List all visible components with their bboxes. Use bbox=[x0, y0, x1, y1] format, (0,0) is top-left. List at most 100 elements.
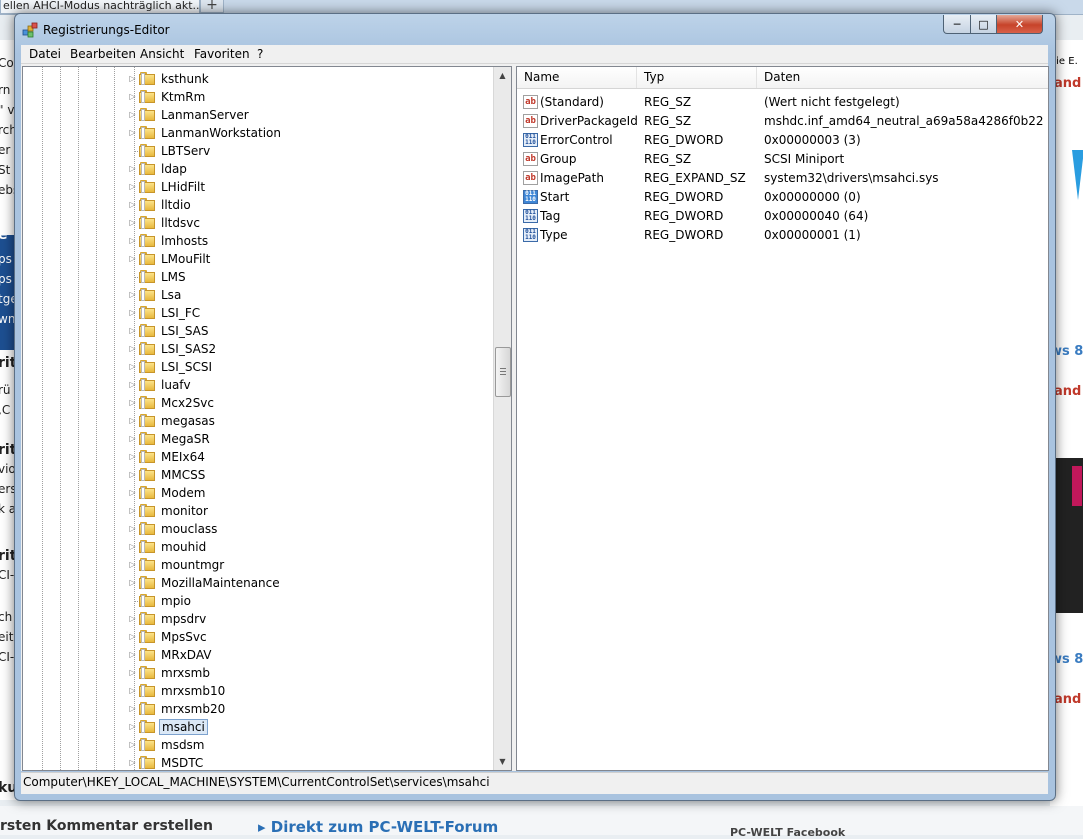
expand-arrow-icon[interactable]: ▷ bbox=[128, 380, 137, 389]
tree-item-mrxsmb10[interactable]: ▷ mrxsmb10 bbox=[23, 682, 493, 700]
menu-bearbeiten[interactable]: Bearbeiten bbox=[70, 47, 136, 61]
tree-item-ktmrm[interactable]: ▷ KtmRm bbox=[23, 88, 493, 106]
tree-item-lsi_sas2[interactable]: ▷ LSI_SAS2 bbox=[23, 340, 493, 358]
expand-arrow-icon[interactable]: ▷ bbox=[128, 452, 137, 461]
value-row-group[interactable]: ab Group REG_SZ SCSI Miniport bbox=[517, 150, 1048, 169]
key-tree-pane[interactable]: ▷ ksthunk ▷ KtmRm ▷ LanmanServer ▷ LanmanWorkst… bbox=[22, 66, 512, 771]
tree-item-ldap[interactable]: ▷ ldap bbox=[23, 160, 493, 178]
expand-arrow-icon[interactable]: ▷ bbox=[128, 362, 137, 371]
menu-datei[interactable]: Datei bbox=[29, 47, 61, 61]
expand-arrow-icon[interactable]: ▷ bbox=[128, 254, 137, 263]
tree-item-megasas[interactable]: ▷ megasas bbox=[23, 412, 493, 430]
expand-arrow-icon[interactable]: ▷ bbox=[128, 614, 137, 623]
expand-arrow-icon[interactable]: ▷ bbox=[128, 434, 137, 443]
expand-arrow-icon[interactable]: ▷ bbox=[128, 164, 137, 173]
tree-item-mrxsmb[interactable]: ▷ mrxsmb bbox=[23, 664, 493, 682]
expand-arrow-icon[interactable]: ▷ bbox=[128, 686, 137, 695]
expand-arrow-icon[interactable]: ▷ bbox=[128, 650, 137, 659]
tree-item-msdsm[interactable]: ▷ msdsm bbox=[23, 736, 493, 754]
value-row-tag[interactable]: 011 110 Tag REG_DWORD 0x00000040 (64) bbox=[517, 207, 1048, 226]
expand-arrow-icon[interactable]: ▷ bbox=[128, 470, 137, 479]
tree-item-mcx2svc[interactable]: ▷ Mcx2Svc bbox=[23, 394, 493, 412]
value-row-imagepath[interactable]: ab ImagePath REG_EXPAND_SZ system32\drivers… bbox=[517, 169, 1048, 188]
expand-arrow-icon[interactable]: ▷ bbox=[128, 758, 137, 767]
background-link[interactable]: and bbox=[1054, 76, 1081, 91]
tree-item-meix64[interactable]: ▷ MEIx64 bbox=[23, 448, 493, 466]
column-name-header[interactable]: Name bbox=[517, 67, 637, 88]
tree-item-ksthunk[interactable]: ▷ ksthunk bbox=[23, 70, 493, 88]
tree-item-lmoufilt[interactable]: ▷ LMouFilt bbox=[23, 250, 493, 268]
tree-item-lsi_fc[interactable]: ▷ LSI_FC bbox=[23, 304, 493, 322]
values-list-pane[interactable]: Name Typ Daten ab (Standard) REG_SZ (Wert n… bbox=[516, 66, 1049, 771]
tree-item-lms[interactable]: LMS bbox=[23, 268, 493, 286]
tree-item-mrxsmb20[interactable]: ▷ mrxsmb20 bbox=[23, 700, 493, 718]
expand-arrow-icon[interactable]: ▷ bbox=[128, 668, 137, 677]
expand-arrow-icon[interactable]: ▷ bbox=[128, 722, 137, 731]
expand-arrow-icon[interactable]: ▷ bbox=[128, 308, 137, 317]
expand-arrow-icon[interactable]: ▷ bbox=[128, 704, 137, 713]
expand-arrow-icon[interactable]: ▷ bbox=[128, 128, 137, 137]
expand-arrow-icon[interactable]: ▷ bbox=[128, 524, 137, 533]
browser-tab[interactable]: ellen AHCI-Modus nachträglich akt... bbox=[0, 0, 200, 14]
background-comment-link[interactable]: rsten Kommentar erstellen bbox=[0, 818, 213, 834]
expand-arrow-icon[interactable]: ▷ bbox=[128, 326, 137, 335]
tree-item-lltdio[interactable]: ▷ lltdio bbox=[23, 196, 493, 214]
tree-item-luafv[interactable]: ▷ luafv bbox=[23, 376, 493, 394]
column-data-header[interactable]: Daten bbox=[757, 67, 1047, 88]
tree-item-modem[interactable]: ▷ Modem bbox=[23, 484, 493, 502]
background-link[interactable]: and bbox=[1054, 384, 1081, 399]
expand-arrow-icon[interactable]: ▷ bbox=[128, 344, 137, 353]
tree-item-lsi_sas[interactable]: ▷ LSI_SAS bbox=[23, 322, 493, 340]
tree-item-mountmgr[interactable]: ▷ mountmgr bbox=[23, 556, 493, 574]
tree-item-lanmanserver[interactable]: ▷ LanmanServer bbox=[23, 106, 493, 124]
menu-favoriten[interactable]: Favoriten bbox=[194, 47, 250, 61]
value-row-driverpackageid[interactable]: ab DriverPackageId REG_SZ mshdc.inf_amd64_n… bbox=[517, 112, 1048, 131]
tree-item-lltdsvc[interactable]: ▷ lltdsvc bbox=[23, 214, 493, 232]
tree-item-mouhid[interactable]: ▷ mouhid bbox=[23, 538, 493, 556]
scroll-up-arrow-icon[interactable]: ▲ bbox=[494, 67, 511, 84]
menu-help[interactable]: ? bbox=[257, 47, 263, 61]
tree-item-lanmanworkstation[interactable]: ▷ LanmanWorkstation bbox=[23, 124, 493, 142]
column-type-header[interactable]: Typ bbox=[637, 67, 757, 88]
expand-arrow-icon[interactable]: ▷ bbox=[128, 740, 137, 749]
maximize-button[interactable]: □ bbox=[970, 15, 997, 34]
close-button[interactable]: ✕ bbox=[996, 15, 1043, 34]
expand-arrow-icon[interactable]: ▷ bbox=[128, 506, 137, 515]
new-tab-button[interactable]: + bbox=[200, 0, 224, 13]
expand-arrow-icon[interactable]: ▷ bbox=[128, 236, 137, 245]
tree-item-mpssvc[interactable]: ▷ MpsSvc bbox=[23, 628, 493, 646]
scroll-down-arrow-icon[interactable]: ▼ bbox=[494, 753, 511, 770]
tree-item-lsa[interactable]: ▷ Lsa bbox=[23, 286, 493, 304]
tree-item-lhidfilt[interactable]: ▷ LHidFilt bbox=[23, 178, 493, 196]
tree-item-lmhosts[interactable]: ▷ lmhosts bbox=[23, 232, 493, 250]
tree-item-monitor[interactable]: ▷ monitor bbox=[23, 502, 493, 520]
tree-item-mrxdav[interactable]: ▷ MRxDAV bbox=[23, 646, 493, 664]
tree-item-mouclass[interactable]: ▷ mouclass bbox=[23, 520, 493, 538]
tree-item-lsi_scsi[interactable]: ▷ LSI_SCSI bbox=[23, 358, 493, 376]
expand-arrow-icon[interactable]: ▷ bbox=[128, 578, 137, 587]
tree-scrollbar[interactable]: ▲ ▼ bbox=[493, 67, 511, 770]
expand-arrow-icon[interactable]: ▷ bbox=[128, 560, 137, 569]
tree-item-mpio[interactable]: mpio bbox=[23, 592, 493, 610]
expand-arrow-icon[interactable]: ▷ bbox=[128, 200, 137, 209]
minimize-button[interactable]: ─ bbox=[943, 15, 971, 34]
background-facebook-link[interactable]: PC-WELT Facebook bbox=[730, 826, 845, 839]
expand-arrow-icon[interactable]: ▷ bbox=[128, 416, 137, 425]
tree-item-megasr[interactable]: ▷ MegaSR bbox=[23, 430, 493, 448]
tree-item-msahci[interactable]: ▷ msahci bbox=[23, 718, 493, 736]
tree-item-msdtc[interactable]: ▷ MSDTC bbox=[23, 754, 493, 770]
tree-item-mozillamaintenance[interactable]: ▷ MozillaMaintenance bbox=[23, 574, 493, 592]
tree-item-lbtserv[interactable]: LBTServ bbox=[23, 142, 493, 160]
value-row-start[interactable]: 011 110 Start REG_DWORD 0x00000000 (0) bbox=[517, 188, 1048, 207]
expand-arrow-icon[interactable]: ▷ bbox=[128, 110, 137, 119]
scrollbar-thumb[interactable] bbox=[495, 347, 511, 397]
expand-arrow-icon[interactable]: ▷ bbox=[128, 632, 137, 641]
title-bar[interactable]: Registrierungs-Editor ─ □ ✕ bbox=[15, 14, 1055, 44]
value-row-standard[interactable]: ab (Standard) REG_SZ (Wert nicht festgelegt… bbox=[517, 93, 1048, 112]
menu-ansicht[interactable]: Ansicht bbox=[140, 47, 184, 61]
value-row-errorcontrol[interactable]: 011 110 ErrorControl REG_DWORD 0x00000003 (3… bbox=[517, 131, 1048, 150]
background-forum-link[interactable]: ▸ Direkt zum PC-WELT-Forum bbox=[258, 818, 498, 836]
expand-arrow-icon[interactable]: ▷ bbox=[128, 290, 137, 299]
expand-arrow-icon[interactable]: ▷ bbox=[128, 398, 137, 407]
tree-item-mpsdrv[interactable]: ▷ mpsdrv bbox=[23, 610, 493, 628]
